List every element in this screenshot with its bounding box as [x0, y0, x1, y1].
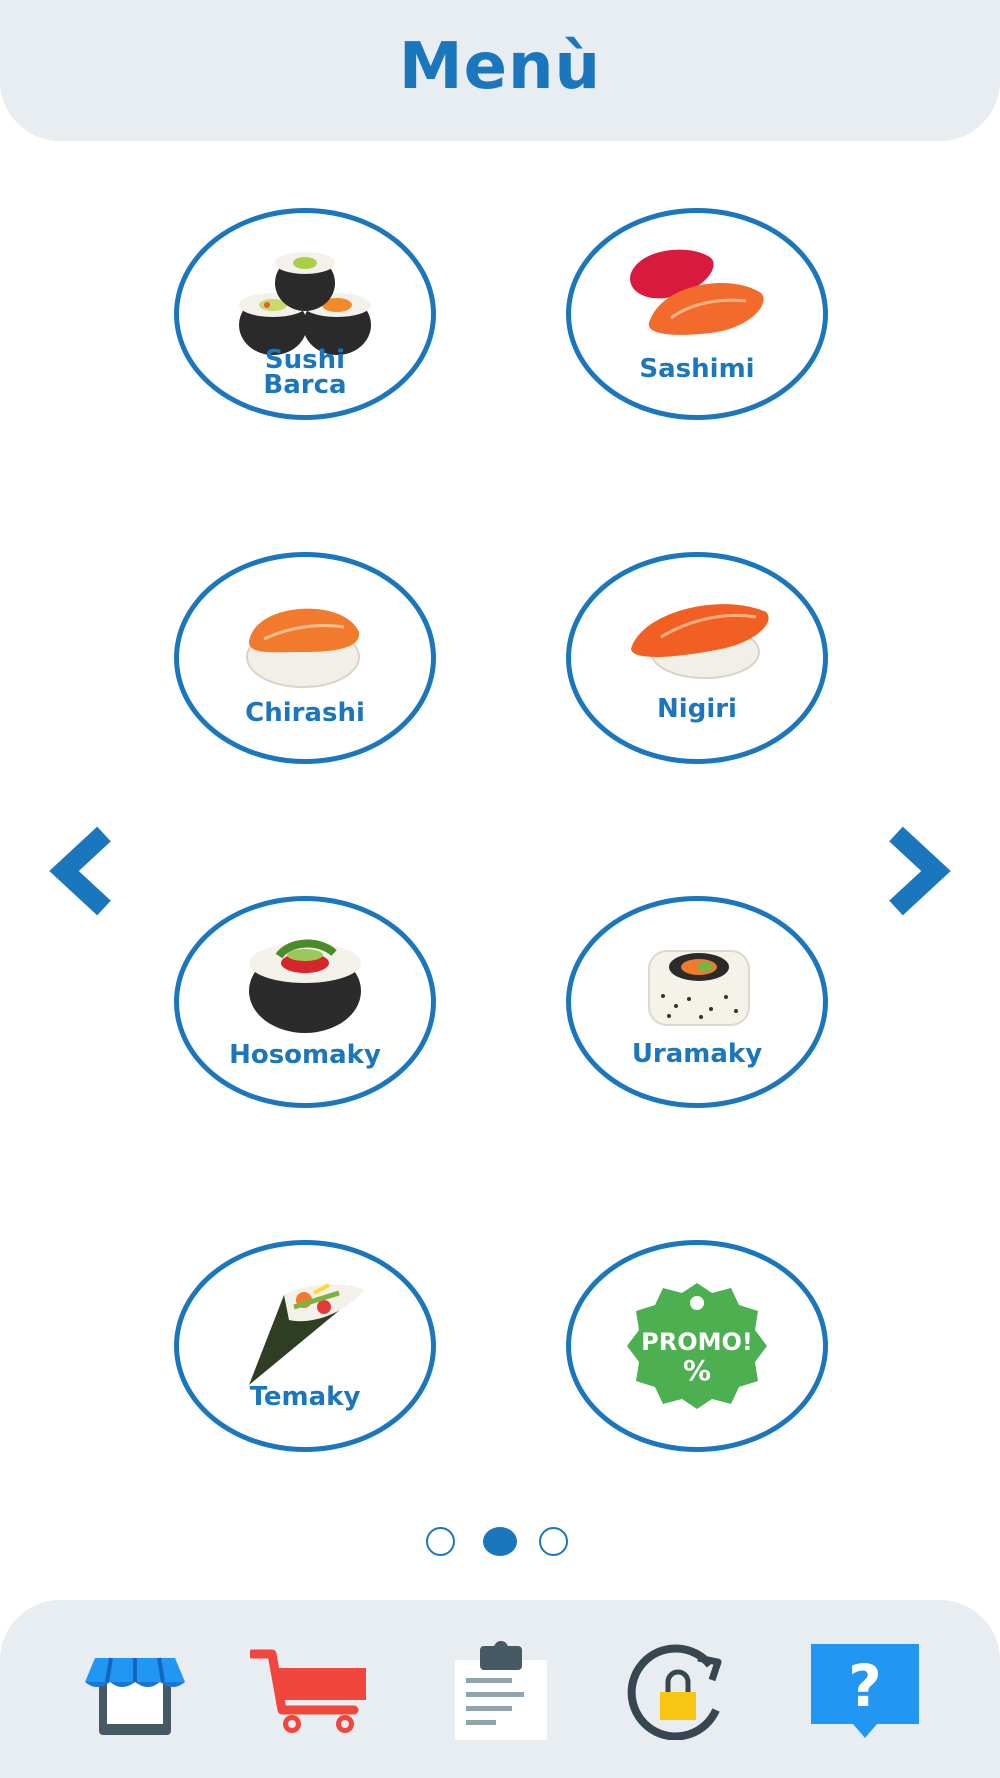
page-dot-2-active[interactable]	[483, 1527, 517, 1556]
temaky-icon: Temaky	[249, 1283, 364, 1412]
menu-item-nigiri[interactable]: Nigiri	[566, 552, 828, 764]
previous-page-arrow[interactable]	[42, 826, 112, 916]
menu-item-label-line2: Barca	[263, 370, 346, 400]
next-page-arrow[interactable]	[888, 826, 958, 916]
page-title: Menù	[398, 29, 602, 104]
menu-item-sashimi[interactable]: Sashimi	[566, 208, 828, 420]
chevron-right-icon	[889, 826, 951, 916]
nav-orders-button[interactable]	[442, 1640, 558, 1740]
page-dot-1[interactable]	[426, 1527, 455, 1556]
promo-badge-icon: PROMO! %	[627, 1283, 767, 1409]
menu-item-label: Chirashi	[245, 698, 365, 728]
menu-item-uramaky[interactable]: Uramaky	[566, 896, 828, 1108]
lock-rotate-icon	[627, 1644, 722, 1741]
nigiri-icon: Nigiri	[631, 604, 769, 724]
nav-lock-button[interactable]	[620, 1640, 736, 1741]
pagination-dots	[426, 1527, 574, 1557]
sushi-rolls-icon: Sushi Barca	[239, 252, 371, 400]
help-symbol: ?	[848, 1652, 882, 1720]
sashimi-icon: Sashimi	[630, 249, 764, 384]
clipboard-icon	[455, 1641, 547, 1740]
menu-item-promo[interactable]: PROMO! %	[566, 1240, 828, 1452]
chirashi-icon: Chirashi	[245, 608, 365, 728]
chevron-left-icon	[49, 826, 111, 916]
menu-item-chirashi[interactable]: Chirashi	[174, 552, 436, 764]
help-icon: ?	[811, 1644, 919, 1738]
page-dot-3[interactable]	[539, 1527, 568, 1556]
bottom-nav-bar: ?	[0, 1600, 1000, 1778]
nav-cart-button[interactable]	[247, 1640, 380, 1740]
menu-item-hosomaky[interactable]: Hosomaky	[174, 896, 436, 1108]
menu-item-label: Sashimi	[639, 354, 754, 384]
menu-item-temaky[interactable]: Temaky	[174, 1240, 436, 1452]
menu-item-label: Nigiri	[657, 694, 737, 724]
shop-icon	[85, 1657, 185, 1735]
promo-label: PROMO!	[641, 1328, 753, 1356]
nav-shop-button[interactable]	[77, 1640, 193, 1740]
menu-item-label: Hosomaky	[229, 1040, 381, 1070]
header-bar: Menù	[0, 0, 1000, 141]
promo-percent: %	[683, 1354, 711, 1387]
menu-item-label: Temaky	[250, 1382, 361, 1412]
menu-item-sushi-barca[interactable]: Sushi Barca	[174, 208, 436, 420]
uramaky-icon: Uramaky	[632, 950, 762, 1069]
cart-icon	[247, 1649, 380, 1733]
menu-item-label: Uramaky	[632, 1039, 762, 1069]
nav-help-button[interactable]: ?	[807, 1640, 923, 1740]
hosomaky-icon: Hosomaky	[229, 939, 381, 1070]
